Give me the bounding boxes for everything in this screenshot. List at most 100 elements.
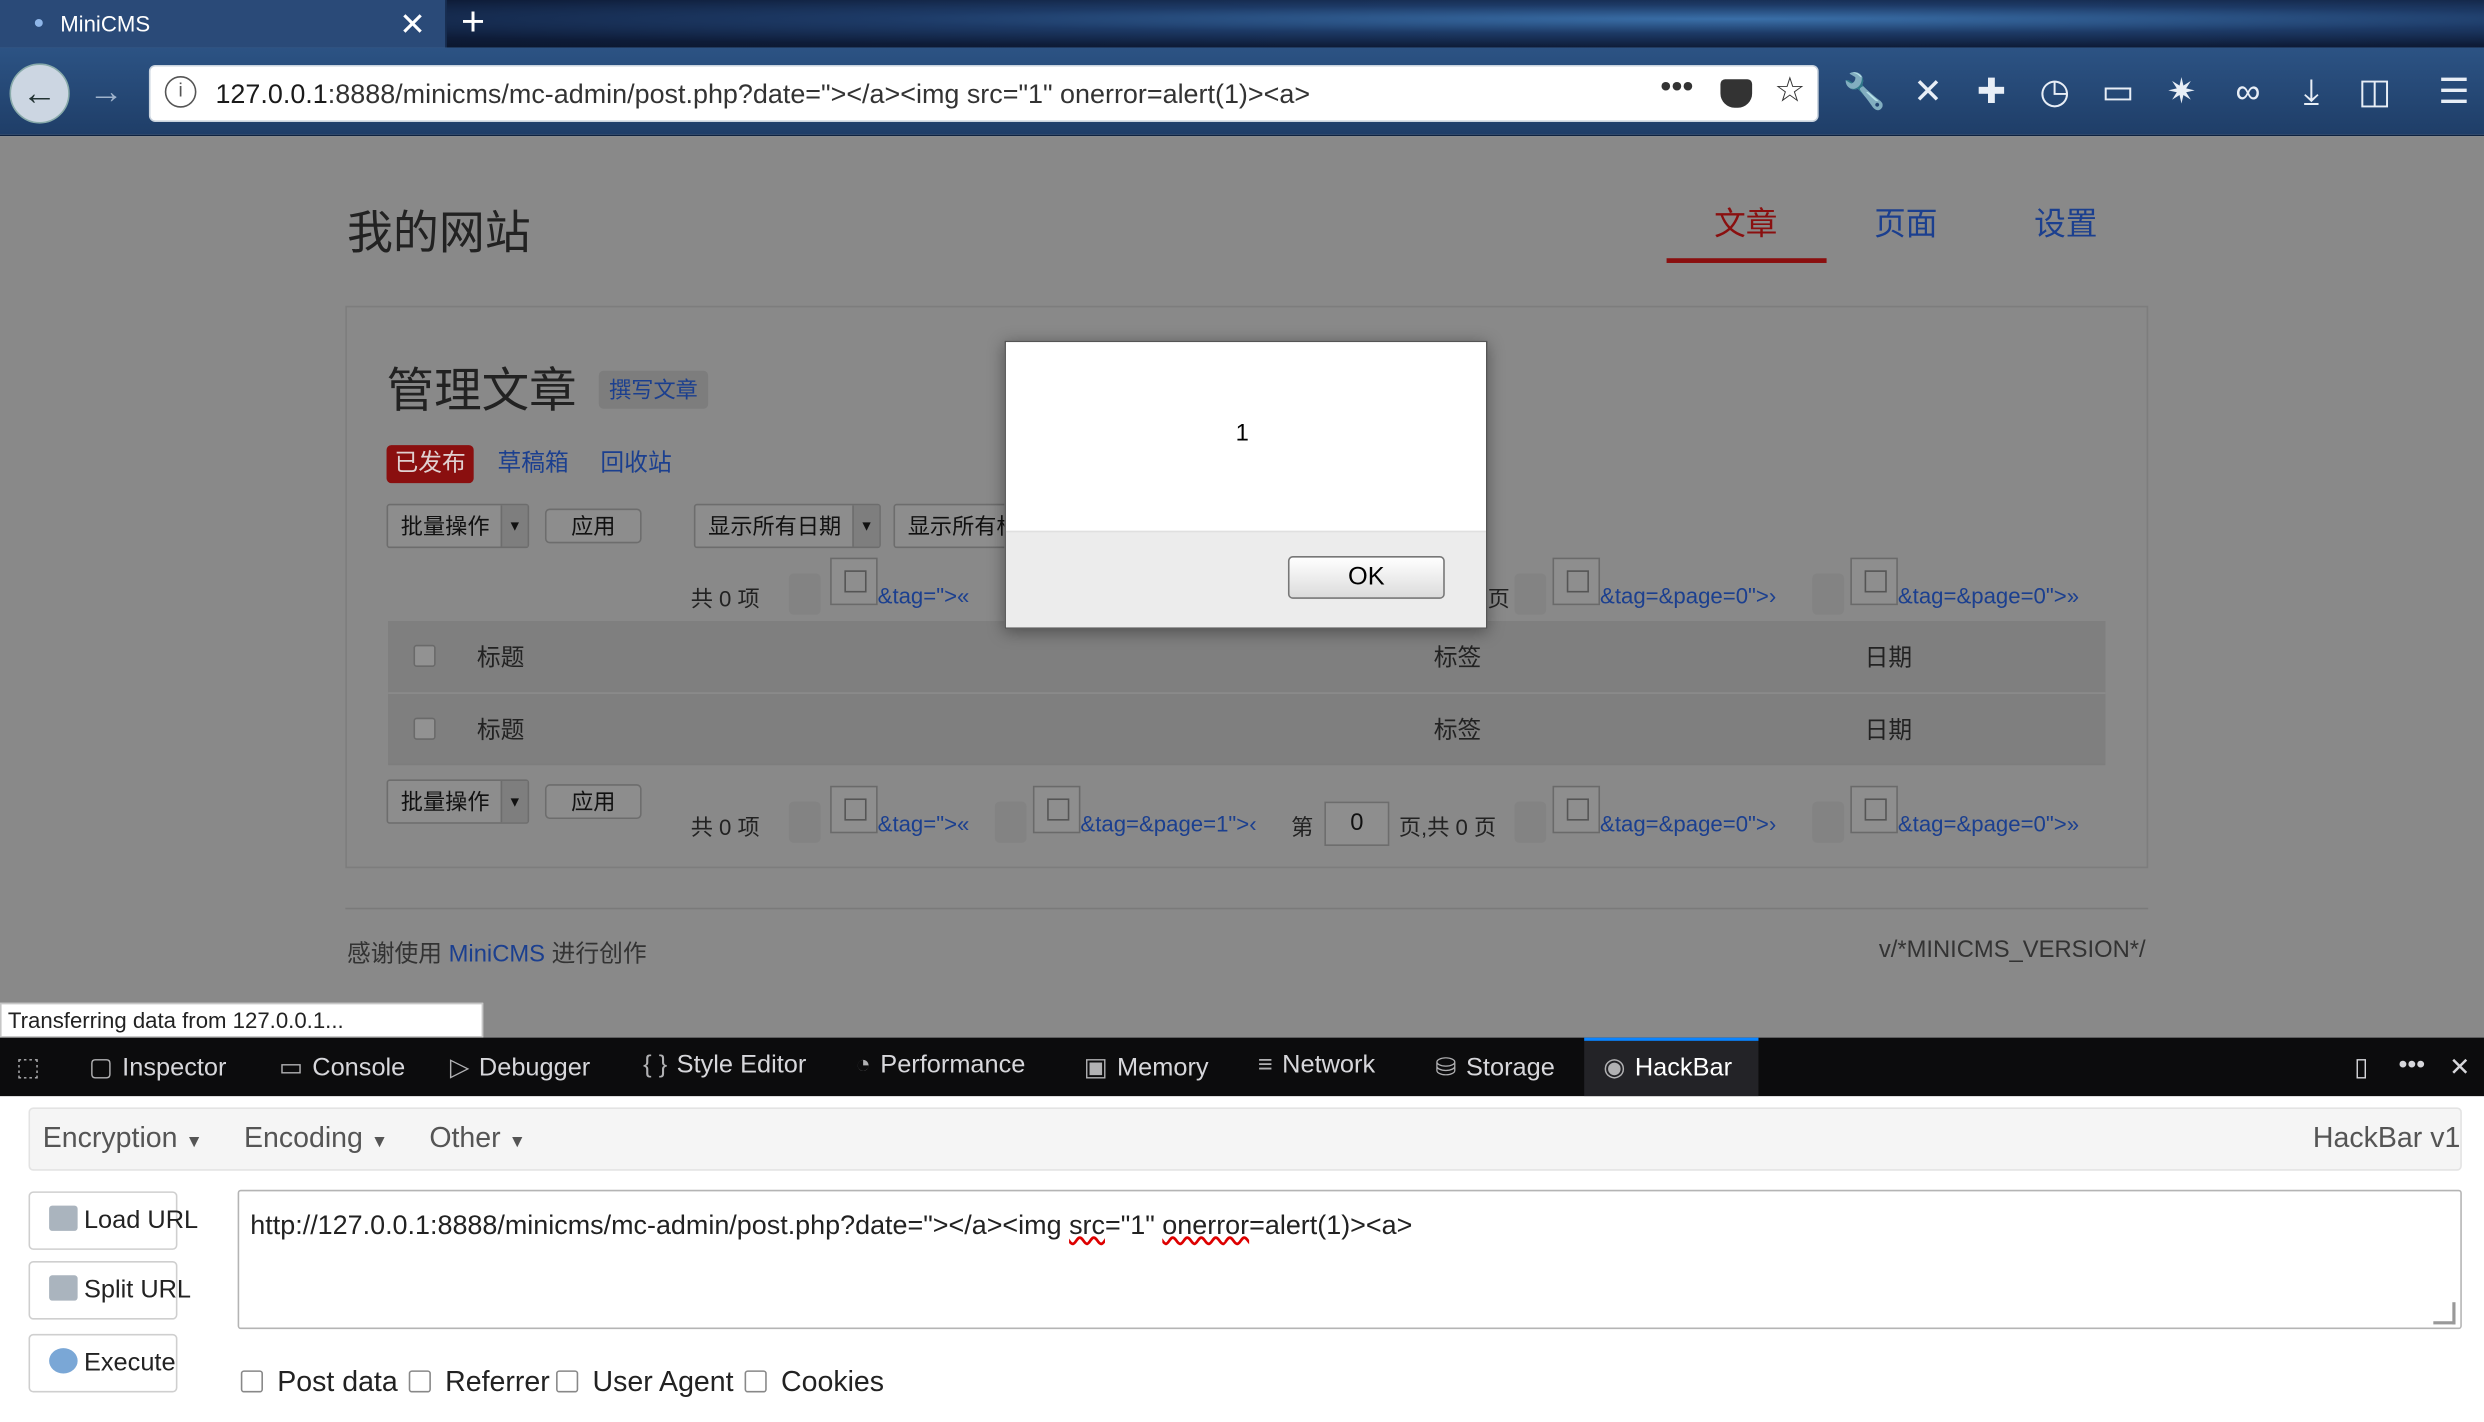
date-filter-select[interactable]: 显示所有日期 ▼ xyxy=(693,503,881,549)
date-filter-label: 显示所有日期 xyxy=(708,513,842,539)
alert-ok-button[interactable]: OK xyxy=(1287,556,1445,599)
close-tab-icon[interactable]: ✕ xyxy=(399,5,426,45)
pager-next-link[interactable]: &tag=&page=0">› xyxy=(1600,583,1776,608)
url-text[interactable]: 127.0.0.1:8888/minicms/mc-admin/post.php… xyxy=(215,79,1310,111)
referrer-label: Referrer xyxy=(445,1365,550,1398)
bulk-action-label: 批量操作 xyxy=(400,788,490,815)
pager-first-link[interactable]: &tag=">« xyxy=(878,811,970,836)
manage-title: 管理文章 xyxy=(386,365,577,419)
encryption-menu[interactable]: Encryption ▼ xyxy=(43,1122,203,1155)
alert-message: 1 xyxy=(1235,419,1249,447)
pager-first-link[interactable]: &tag=">« xyxy=(878,583,970,608)
tab-hackbar[interactable]: ◉ HackBar xyxy=(1603,1052,1732,1084)
tab-memory[interactable]: ▣ Memory xyxy=(1084,1052,1209,1084)
nav-posts[interactable]: 文章 xyxy=(1714,198,1777,244)
url-host: 127.0.0.1 xyxy=(215,79,328,110)
gear-icon[interactable]: ✷ xyxy=(2158,63,2206,123)
tab-storage[interactable]: ⛁ Storage xyxy=(1435,1052,1555,1084)
extensions-icon[interactable]: ✚ xyxy=(1968,63,2016,123)
mask-icon[interactable]: ∞ xyxy=(2221,63,2275,123)
bulk-action-select[interactable]: 批量操作 ▼ xyxy=(386,779,530,824)
tab-label: Style Editor xyxy=(676,1051,807,1079)
more-options-icon[interactable]: ••• xyxy=(2398,1052,2425,1081)
back-icon[interactable]: ← xyxy=(9,63,70,124)
caret-down-icon: ▼ xyxy=(370,1132,389,1152)
pager-prev-link[interactable]: &tag=&page=1">‹ xyxy=(1080,811,1256,836)
chevron-down-icon: ▼ xyxy=(500,505,528,547)
broken-image-icon xyxy=(1552,557,1601,606)
apply-button[interactable]: 应用 xyxy=(544,784,642,820)
minicms-link[interactable]: MiniCMS xyxy=(449,941,545,968)
split-url-button[interactable]: Split URL xyxy=(28,1261,191,1320)
chip-icon: ▣ xyxy=(1083,1055,1108,1083)
tab-console[interactable]: ▭ Console xyxy=(279,1052,405,1084)
referrer-checkbox[interactable] xyxy=(408,1370,431,1393)
new-tab-icon[interactable]: + xyxy=(461,0,485,46)
load-url-button[interactable]: Load URL xyxy=(28,1191,198,1250)
execute-button[interactable]: Execute xyxy=(28,1333,178,1393)
tab-network[interactable]: ≡ Network xyxy=(1258,1052,1375,1081)
caret-down-icon: ▼ xyxy=(508,1132,526,1152)
bookmark-star-icon[interactable]: ☆ xyxy=(1774,70,1805,111)
bulk-action-label: 批量操作 xyxy=(400,513,490,539)
url-part: http://127.0.0.1:8888/minicms/mc-admin/p… xyxy=(250,1210,1070,1241)
tag-filter-label: 显示所有标 xyxy=(907,513,1019,539)
hackbar-url-textarea[interactable]: http://127.0.0.1:8888/minicms/mc-admin/p… xyxy=(237,1189,2462,1330)
tab-style-editor[interactable]: { } Style Editor xyxy=(643,1052,806,1081)
write-post-button[interactable]: 撰写文章 xyxy=(598,370,709,409)
forward-icon[interactable]: → xyxy=(82,63,130,123)
bulk-action-select[interactable]: 批量操作 ▼ xyxy=(386,503,530,549)
tab-label: Memory xyxy=(1117,1055,1209,1083)
filter-published[interactable]: 已发布 xyxy=(386,445,474,484)
history-icon[interactable]: ◷ xyxy=(2031,63,2079,123)
pocket-icon[interactable] xyxy=(1720,79,1753,108)
pager-next-link[interactable]: &tag=&page=0">› xyxy=(1600,811,1776,836)
info-icon[interactable]: i xyxy=(164,76,197,108)
menu-label: Encoding xyxy=(243,1121,363,1154)
close-devtools-icon[interactable]: ✕ xyxy=(2449,1052,2470,1084)
pager-box xyxy=(1514,573,1547,615)
filter-drafts[interactable]: 草稿箱 xyxy=(490,445,577,483)
post-data-label: Post data xyxy=(277,1365,398,1398)
dock-icon[interactable]: ▯ xyxy=(2354,1052,2368,1084)
page-number-input[interactable]: 0 xyxy=(1324,801,1390,846)
select-all-checkbox[interactable] xyxy=(413,717,436,740)
cookies-checkbox[interactable] xyxy=(744,1370,767,1393)
broken-image-icon xyxy=(1850,785,1898,834)
folder-icon[interactable]: ▭ xyxy=(2094,63,2142,123)
column-date: 日期 xyxy=(1864,717,1913,745)
url-part: ="1" xyxy=(1104,1210,1163,1241)
pager-box xyxy=(1812,573,1845,615)
other-menu[interactable]: Other ▼ xyxy=(429,1122,526,1155)
pager-box xyxy=(994,801,1027,843)
post-data-checkbox[interactable] xyxy=(240,1370,263,1393)
browser-tab[interactable]: MiniCMS ✕ xyxy=(0,0,447,48)
encoding-menu[interactable]: Encoding ▼ xyxy=(244,1122,388,1155)
download-icon[interactable]: ⤓ xyxy=(2288,63,2336,123)
nav-settings[interactable]: 设置 xyxy=(2034,198,2097,244)
menu-icon[interactable]: ☰ xyxy=(2430,63,2478,123)
nav-pages[interactable]: 页面 xyxy=(1874,198,1937,244)
scissors-icon xyxy=(49,1275,78,1301)
stop-icon[interactable]: ✕ xyxy=(1904,63,1952,123)
user-agent-checkbox[interactable] xyxy=(556,1370,579,1393)
sidebar-icon[interactable]: ◫ xyxy=(2351,63,2399,123)
url-part: src xyxy=(1069,1210,1105,1241)
footer-suffix: 进行创作 xyxy=(551,941,647,968)
tab-performance[interactable]: ◔ Performance xyxy=(855,1052,1025,1081)
pager-box xyxy=(1812,801,1845,843)
version-text: v/*MINICMS_VERSION*/ xyxy=(1878,936,2146,964)
wrench-icon[interactable]: 🔧 xyxy=(1841,63,1889,123)
debugger-icon: ▷ xyxy=(449,1055,470,1083)
tab-inspector[interactable]: ▢ Inspector xyxy=(89,1052,227,1084)
element-picker-icon[interactable]: ⬚ xyxy=(16,1052,49,1084)
page-actions-icon[interactable]: ••• xyxy=(1660,70,1693,106)
pager-last-link[interactable]: &tag=&page=0">» xyxy=(1898,583,2079,608)
pager-last-link[interactable]: &tag=&page=0">» xyxy=(1898,811,2079,836)
select-all-checkbox[interactable] xyxy=(413,644,436,667)
filter-trash[interactable]: 回收站 xyxy=(592,445,679,483)
apply-button[interactable]: 应用 xyxy=(544,508,642,544)
resize-handle[interactable] xyxy=(2433,1302,2456,1325)
tab-label: Debugger xyxy=(478,1055,591,1083)
tab-debugger[interactable]: ▷ Debugger xyxy=(450,1052,590,1084)
